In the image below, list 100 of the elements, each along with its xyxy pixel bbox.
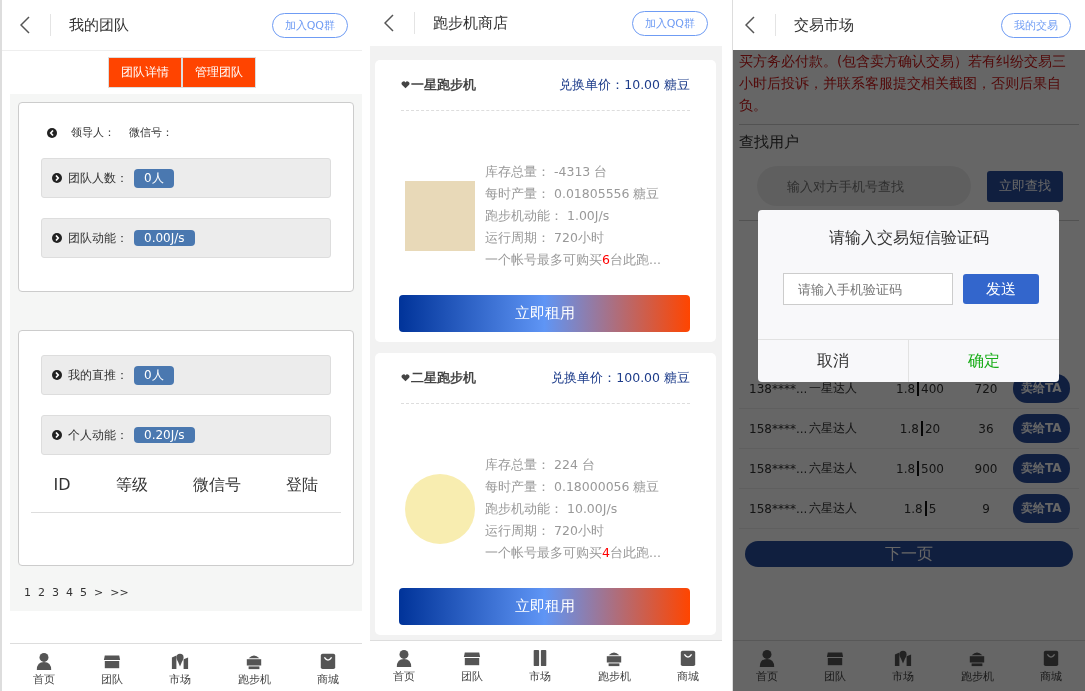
level-cell-text: 六星达人 — [809, 420, 858, 437]
person-icon — [35, 651, 54, 670]
chevron-left-icon — [47, 127, 57, 138]
stat-label: 我的直推： — [68, 366, 128, 384]
stat-label: 团队动能： — [68, 229, 128, 247]
nav-item[interactable]: 首页 — [756, 648, 779, 684]
nav-item[interactable]: 跑步机 — [237, 651, 271, 687]
dialog-title: 请输入交易短信验证码 — [827, 227, 990, 249]
nav-item[interactable]: 团队 — [101, 651, 124, 687]
quantity-cell: 20 — [924, 421, 941, 436]
chevron-right-icon — [52, 370, 62, 380]
stat-value: 0.00J/s — [134, 230, 195, 246]
level-cell-text: 一星达人 — [809, 380, 858, 397]
nav-item[interactable]: 跑步机 — [960, 648, 994, 684]
stat-label: 团队人数： — [68, 169, 128, 187]
stat-value: 0.20J/s — [134, 427, 195, 443]
back-icon[interactable] — [384, 14, 394, 32]
page-link[interactable]: > — [94, 586, 104, 599]
bag-icon — [678, 648, 697, 667]
stat-value: 0人 — [134, 365, 174, 385]
chevron-right-icon — [52, 173, 62, 183]
map-icon — [894, 648, 913, 667]
stat-value: 0人 — [134, 168, 174, 188]
phone-cell: 138****... — [749, 381, 809, 396]
search-button[interactable]: 立即查找 — [987, 170, 1063, 202]
spec-text: 运行周期： 720小时 — [485, 229, 605, 247]
nav-item[interactable]: 跑步机 — [597, 648, 631, 684]
rent-button[interactable]: 立即租用 — [399, 295, 690, 332]
chevron-right-icon — [52, 233, 62, 243]
page-link[interactable]: 2 — [38, 586, 45, 599]
sell-button[interactable]: 卖给TA — [1013, 494, 1070, 523]
my-trades-button[interactable]: 我的交易 — [1001, 12, 1071, 38]
leader-label: 领导人： — [71, 125, 115, 140]
bag-icon — [318, 651, 337, 670]
stat-label: 个人动能： — [68, 426, 128, 444]
nav-item[interactable]: 商城 — [1039, 648, 1062, 684]
spec-text: 跑步机动能： 1.00J/s — [485, 207, 611, 225]
page-link[interactable]: 3 — [52, 586, 59, 599]
price-text: 兑换单价：100.00 糖豆 — [551, 369, 690, 387]
total-cell-text: 36 — [977, 421, 995, 436]
send-button[interactable]: 发送 — [963, 274, 1039, 304]
person-icon — [395, 648, 414, 667]
code-field[interactable]: 请输入手机验证码 — [783, 273, 953, 305]
back-icon[interactable] — [745, 16, 755, 34]
column-header: ID — [53, 475, 71, 496]
product-name: 二星跑步机 — [411, 369, 477, 387]
nav-item[interactable]: 市场 — [529, 648, 552, 684]
sell-button[interactable]: 卖给TA — [1013, 414, 1070, 443]
quantity-cell: 400 — [921, 381, 944, 396]
nav-item[interactable]: 团队 — [824, 648, 847, 684]
level-cell-text: 六星达人 — [809, 500, 858, 517]
search-label: 查找用户 — [739, 132, 800, 153]
spec-text: 每时产量： 0.01805556 糖豆 — [485, 185, 661, 203]
product-name: 一星跑步机 — [411, 76, 477, 94]
join-group-button[interactable]: 加入QQ群 — [631, 10, 708, 36]
nav-item[interactable]: 商城 — [676, 648, 699, 684]
next-page-button[interactable]: 下一页 — [745, 541, 1073, 567]
heart-icon — [401, 81, 410, 89]
phone-cell: 158****... — [749, 461, 809, 476]
page-title: 交易市场 — [794, 15, 855, 35]
nav-item[interactable]: 首页 — [33, 651, 56, 687]
bag-icon — [1041, 648, 1060, 667]
page-link[interactable]: 4 — [66, 586, 73, 599]
map-icon — [171, 651, 190, 670]
page-title: 跑步机商店 — [433, 13, 509, 33]
rent-button[interactable]: 立即租用 — [399, 588, 690, 625]
tab[interactable]: 管理团队 — [182, 57, 256, 88]
page-link[interactable]: 5 — [80, 586, 87, 599]
phone-cell: 158****... — [749, 421, 809, 436]
nav-item[interactable]: 团队 — [461, 648, 484, 684]
back-icon[interactable] — [20, 16, 30, 34]
chevron-right-icon — [52, 430, 62, 440]
cancel-button[interactable]: 取消 — [758, 340, 909, 382]
notice-text: 买方务必付款。(包含卖方确认交易）若有纠纷交易三小时后投诉，并联系客服提交相关截图，否则后果自负。 — [739, 50, 1079, 125]
tab[interactable]: 团队详情 — [108, 57, 182, 88]
heart-icon — [401, 374, 410, 382]
nav-item[interactable]: 商城 — [316, 651, 339, 687]
wechat-label: 微信号： — [129, 125, 173, 140]
price-cell: 1.8 — [903, 501, 923, 516]
quantity-cell: 5 — [928, 501, 937, 516]
quantity-cell: 500 — [921, 461, 944, 476]
person-icon — [758, 648, 777, 667]
page-link[interactable]: >> — [110, 586, 129, 599]
column-header: 登陆 — [286, 475, 319, 496]
price-text: 兑换单价：10.00 糖豆 — [559, 76, 690, 94]
nav-item[interactable]: 市场 — [169, 651, 192, 687]
spec-text: 库存总量： -4313 台 — [485, 163, 609, 181]
price-cell: 1.8 — [896, 461, 916, 476]
page-title: 我的团队 — [69, 15, 130, 35]
total-cell-text: 900 — [973, 461, 999, 476]
nav-item[interactable]: 市场 — [892, 648, 915, 684]
sell-button[interactable]: 卖给TA — [1013, 454, 1070, 483]
nav-item[interactable]: 首页 — [393, 648, 416, 684]
page-link[interactable]: 1 — [24, 586, 31, 599]
phone-cell: 158****... — [749, 501, 809, 516]
price-cell: 1.8 — [896, 381, 916, 396]
column-header: 等级 — [115, 475, 148, 496]
total-cell-text: 9 — [981, 501, 991, 516]
join-group-button[interactable]: 加入QQ群 — [271, 12, 348, 38]
spec-text: 库存总量： 224 台 — [485, 456, 596, 474]
